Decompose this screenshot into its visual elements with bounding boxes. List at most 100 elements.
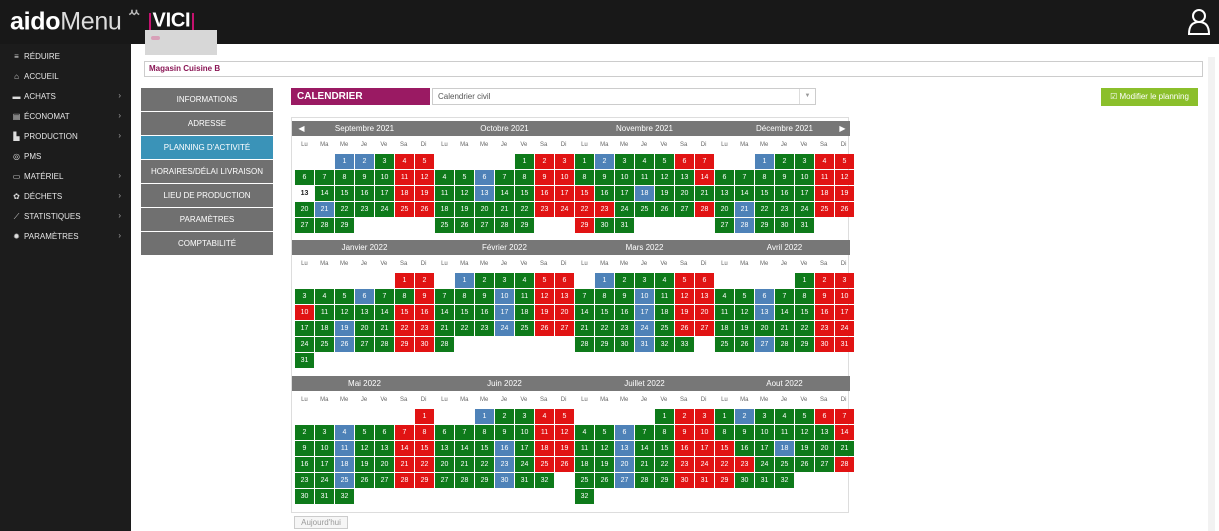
day-cell[interactable]: 2 (475, 273, 494, 288)
day-cell[interactable]: 6 (295, 170, 314, 185)
day-cell[interactable]: 26 (415, 202, 434, 217)
day-cell[interactable]: 20 (675, 186, 694, 201)
day-cell[interactable]: 31 (515, 473, 534, 488)
day-cell[interactable]: 9 (615, 289, 634, 304)
day-cell[interactable]: 16 (355, 186, 374, 201)
day-cell[interactable]: 13 (375, 441, 394, 456)
day-cell[interactable]: 15 (575, 186, 594, 201)
day-cell[interactable]: 24 (795, 202, 814, 217)
day-cell[interactable]: 4 (395, 154, 414, 169)
day-cell[interactable]: 27 (355, 337, 374, 352)
day-cell[interactable]: 30 (615, 337, 634, 352)
day-cell[interactable]: 15 (415, 441, 434, 456)
day-cell[interactable]: 10 (315, 441, 334, 456)
day-cell[interactable]: 2 (415, 273, 434, 288)
day-cell[interactable]: 28 (735, 218, 754, 233)
day-cell[interactable]: 16 (675, 441, 694, 456)
day-cell[interactable]: 8 (335, 170, 354, 185)
day-cell[interactable]: 3 (555, 154, 574, 169)
day-cell[interactable]: 24 (635, 321, 654, 336)
day-cell[interactable]: 27 (715, 218, 734, 233)
day-cell[interactable]: 23 (415, 321, 434, 336)
day-cell[interactable]: 18 (775, 441, 794, 456)
day-cell[interactable]: 2 (535, 154, 554, 169)
day-cell[interactable]: 11 (715, 305, 734, 320)
day-cell[interactable]: 12 (535, 289, 554, 304)
day-cell[interactable]: 15 (795, 305, 814, 320)
menu-item-2[interactable]: PLANNING D'ACTIVITÉ (141, 136, 273, 159)
day-cell[interactable]: 8 (575, 170, 594, 185)
day-cell[interactable]: 11 (635, 170, 654, 185)
day-cell[interactable]: 26 (555, 457, 574, 472)
day-cell[interactable]: 29 (795, 337, 814, 352)
day-cell[interactable]: 26 (455, 218, 474, 233)
day-cell[interactable]: 10 (695, 425, 714, 440)
day-cell[interactable]: 13 (815, 425, 834, 440)
day-cell[interactable]: 24 (835, 321, 854, 336)
day-cell[interactable]: 25 (435, 218, 454, 233)
day-cell[interactable]: 32 (335, 489, 354, 504)
day-cell[interactable]: 7 (635, 425, 654, 440)
day-cell[interactable]: 24 (515, 457, 534, 472)
day-cell[interactable]: 16 (595, 186, 614, 201)
day-cell[interactable]: 12 (735, 305, 754, 320)
day-cell[interactable]: 23 (475, 321, 494, 336)
day-cell[interactable]: 5 (795, 409, 814, 424)
day-cell[interactable]: 22 (455, 321, 474, 336)
day-cell[interactable]: 3 (295, 289, 314, 304)
day-cell[interactable]: 7 (455, 425, 474, 440)
day-cell[interactable]: 23 (615, 321, 634, 336)
day-cell[interactable]: 17 (375, 186, 394, 201)
day-cell[interactable]: 11 (655, 289, 674, 304)
day-cell[interactable]: 15 (515, 186, 534, 201)
day-cell[interactable]: 18 (535, 441, 554, 456)
day-cell[interactable]: 10 (375, 170, 394, 185)
day-cell[interactable]: 17 (835, 305, 854, 320)
day-cell[interactable]: 15 (395, 305, 414, 320)
day-cell[interactable]: 25 (395, 202, 414, 217)
day-cell[interactable]: 29 (755, 218, 774, 233)
sidebar-item-0[interactable]: ≡ RÉDUIRE (0, 44, 131, 66)
day-cell[interactable]: 8 (715, 425, 734, 440)
day-cell[interactable]: 30 (495, 473, 514, 488)
day-cell[interactable]: 23 (815, 321, 834, 336)
day-cell[interactable]: 12 (675, 289, 694, 304)
day-cell[interactable]: 24 (755, 457, 774, 472)
day-cell[interactable]: 24 (375, 202, 394, 217)
day-cell[interactable]: 2 (615, 273, 634, 288)
day-cell[interactable]: 7 (315, 170, 334, 185)
sidebar-item-4[interactable]: ▙ PRODUCTION › (0, 126, 131, 146)
menu-item-5[interactable]: PARAMÈTRES (141, 208, 273, 231)
day-cell[interactable]: 11 (815, 170, 834, 185)
chevron-down-icon[interactable]: ▼ (799, 89, 815, 104)
day-cell[interactable]: 21 (455, 457, 474, 472)
day-cell[interactable]: 1 (415, 409, 434, 424)
day-cell[interactable]: 12 (835, 170, 854, 185)
day-cell[interactable]: 24 (695, 457, 714, 472)
day-cell[interactable]: 6 (615, 425, 634, 440)
day-cell[interactable]: 24 (555, 202, 574, 217)
day-cell[interactable]: 15 (655, 441, 674, 456)
day-cell[interactable]: 4 (575, 425, 594, 440)
day-cell[interactable]: 30 (735, 473, 754, 488)
day-cell[interactable]: 16 (535, 186, 554, 201)
day-cell[interactable]: 26 (655, 202, 674, 217)
day-cell[interactable]: 4 (715, 289, 734, 304)
day-cell[interactable]: 29 (335, 218, 354, 233)
day-cell[interactable]: 29 (715, 473, 734, 488)
day-cell[interactable]: 6 (695, 273, 714, 288)
day-cell[interactable]: 1 (335, 154, 354, 169)
day-cell[interactable]: 27 (695, 321, 714, 336)
day-cell[interactable]: 19 (735, 321, 754, 336)
day-cell[interactable]: 7 (435, 289, 454, 304)
day-cell[interactable]: 14 (495, 186, 514, 201)
day-cell[interactable]: 5 (655, 154, 674, 169)
day-cell[interactable]: 18 (635, 186, 654, 201)
day-cell[interactable]: 29 (515, 218, 534, 233)
day-cell[interactable]: 7 (575, 289, 594, 304)
day-cell[interactable]: 5 (535, 273, 554, 288)
day-cell[interactable]: 6 (755, 289, 774, 304)
day-cell[interactable]: 13 (355, 305, 374, 320)
day-cell[interactable]: 28 (775, 337, 794, 352)
day-cell[interactable]: 11 (535, 425, 554, 440)
